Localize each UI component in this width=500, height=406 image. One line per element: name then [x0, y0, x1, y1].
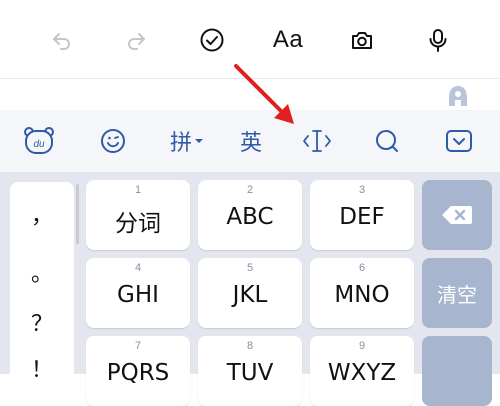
key-9[interactable]: 9 WXYZ [310, 336, 414, 406]
key-number: 2 [246, 184, 254, 196]
microphone-button[interactable] [416, 18, 460, 62]
key-8[interactable]: 8 TUV [198, 336, 302, 406]
search-button[interactable] [364, 118, 410, 164]
search-icon [376, 130, 398, 152]
camera-icon [352, 32, 372, 49]
key-5[interactable]: 5 JKL [198, 258, 302, 328]
function-key-partial[interactable] [422, 336, 492, 406]
key-label: 分词 [115, 211, 161, 237]
cursor-move-icon [303, 130, 331, 152]
key-number: 9 [358, 340, 366, 352]
undo-button[interactable] [40, 18, 84, 62]
punctuation-scrollbar[interactable] [76, 184, 79, 244]
redo-icon [128, 33, 145, 50]
key-6[interactable]: 6 MNO [310, 258, 414, 328]
key-label: GHI [117, 282, 159, 308]
emoji-button[interactable] [90, 118, 136, 164]
input-strip [0, 80, 500, 110]
key-label: TUV [226, 360, 274, 386]
toolbar-divider [0, 78, 500, 79]
key-number: 1 [134, 184, 142, 196]
caret-down-icon [195, 139, 203, 143]
check-circle-icon [200, 28, 224, 52]
clear-button[interactable]: 清空 [422, 258, 492, 328]
key-label: PQRS [106, 360, 170, 386]
key-2[interactable]: 2 ABC [198, 180, 302, 250]
undo-icon [53, 33, 70, 50]
key-label: WXYZ [327, 360, 397, 386]
smiley-icon [101, 129, 125, 153]
pinyin-mode-button[interactable]: 拼 [164, 118, 210, 164]
key-4[interactable]: 4 GHI [86, 258, 190, 328]
key-label: JKL [232, 282, 268, 308]
punctuation-item[interactable]: ， [10, 198, 74, 230]
key-3[interactable]: 3 DEF [310, 180, 414, 250]
cursor-button[interactable] [294, 118, 340, 164]
editor-toolbar: Aa [0, 0, 500, 80]
key-number: 3 [358, 184, 366, 196]
font-button[interactable]: Aa [266, 18, 310, 62]
pinyin-label: 拼 [169, 131, 192, 156]
key-label: MNO [334, 282, 390, 308]
key-1[interactable]: 1 分词 [86, 180, 190, 250]
font-label: Aa [272, 26, 304, 53]
redo-button[interactable] [114, 18, 158, 62]
assistant-logo-icon[interactable] [446, 84, 470, 108]
punctuation-item[interactable]: ！ [10, 352, 74, 384]
key-label: DEF [339, 204, 385, 230]
hide-keyboard-icon [446, 130, 472, 152]
svg-text:du: du [33, 139, 45, 150]
clear-label: 清空 [437, 282, 477, 307]
punctuation-item[interactable]: ？ [10, 306, 74, 338]
punctuation-item[interactable]: 。 [10, 256, 74, 288]
camera-button[interactable] [340, 18, 384, 62]
key-number: 6 [358, 262, 366, 274]
key-7[interactable]: 7 PQRS [86, 336, 190, 406]
english-label: 英 [239, 131, 262, 156]
backspace-icon [442, 206, 472, 224]
check-button[interactable] [190, 18, 234, 62]
key-number: 8 [246, 340, 254, 352]
du-logo-button[interactable]: du [16, 118, 62, 164]
english-mode-button[interactable]: 英 [228, 118, 274, 164]
hide-keyboard-button[interactable] [436, 118, 482, 164]
key-label: ABC [226, 204, 274, 230]
microphone-icon [429, 29, 447, 52]
du-logo-icon: du [24, 127, 54, 154]
key-number: 7 [134, 340, 142, 352]
key-number: 4 [134, 262, 142, 274]
key-number: 5 [246, 262, 254, 274]
backspace-button[interactable] [422, 180, 492, 250]
keyboard-function-bar: du 拼 英 [0, 110, 500, 172]
